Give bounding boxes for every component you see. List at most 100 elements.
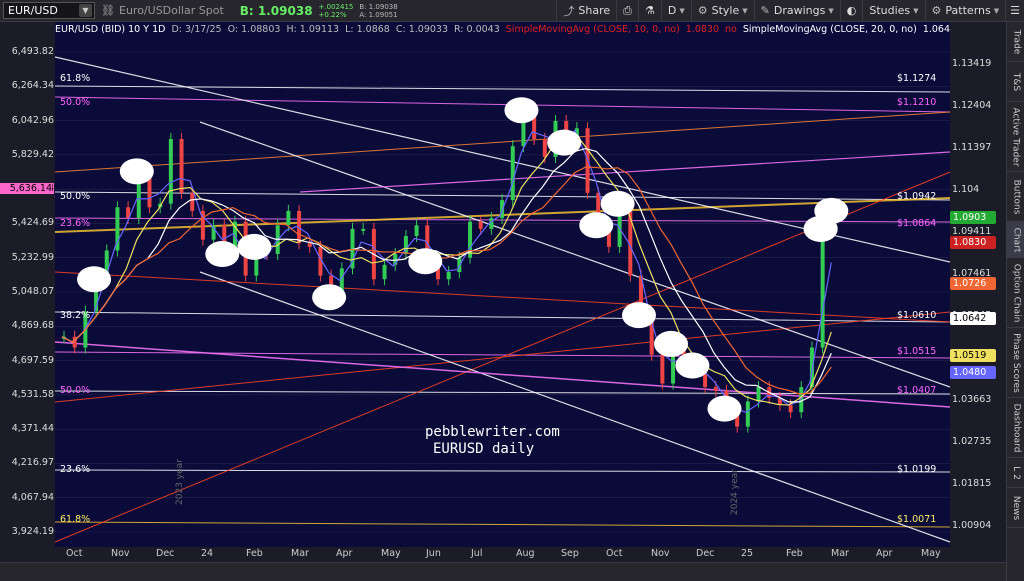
- y-tick-label: 5,048.07: [11, 286, 54, 297]
- tab-news[interactable]: News: [1007, 488, 1024, 528]
- fib-right-label: $1.1274: [897, 73, 937, 84]
- x-tick-label: Mar: [831, 548, 849, 559]
- studies-button[interactable]: Studies ▼: [862, 0, 924, 22]
- candle-body: [361, 228, 366, 231]
- x-tick-label: Oct: [66, 548, 83, 559]
- chart-area[interactable]: [0, 22, 1006, 562]
- x-tick-label: Feb: [246, 548, 263, 559]
- tab-chart[interactable]: Chart: [1007, 222, 1024, 258]
- highlight-ellipse: [119, 158, 154, 185]
- y-tick-label: 5,829.42: [11, 148, 54, 160]
- chevron-down-icon[interactable]: ▼: [79, 4, 92, 17]
- right-tick-label: 1.02735: [952, 436, 992, 447]
- sma10-value: 1.0830: [685, 23, 719, 35]
- tab-trade[interactable]: Trade: [1007, 22, 1024, 62]
- share-button[interactable]: ⤴ Share: [556, 0, 616, 22]
- fib-right-label: $1.1210: [897, 97, 937, 108]
- tab-label: T&S: [1011, 72, 1022, 91]
- right-tick-label: 1.13419: [952, 58, 992, 69]
- y-tick-label: 5,232.99: [11, 251, 54, 263]
- highlight-ellipse: [312, 284, 347, 311]
- y-tick-label: 3,924.19: [11, 526, 54, 537]
- no-label: no: [725, 23, 737, 35]
- tab-dashboard[interactable]: Dashboard: [1007, 398, 1024, 458]
- price-box: 1.0642: [950, 312, 996, 325]
- candle-body: [179, 138, 184, 193]
- y-tick-label: 4,216.97: [11, 457, 54, 469]
- x-tick-label: Aug: [516, 548, 535, 559]
- x-tick-label: Dec: [696, 548, 715, 559]
- highlight-ellipse: [77, 266, 112, 293]
- highlight-ellipse: [408, 248, 443, 275]
- flask-button[interactable]: ⚗: [637, 0, 661, 22]
- tab-option-chain[interactable]: Option Chain: [1007, 258, 1024, 328]
- tab-buttons[interactable]: Buttons: [1007, 172, 1024, 222]
- ask-small: A: 1.09051: [359, 10, 398, 19]
- fib-right-label: $1.0610: [897, 310, 937, 321]
- year-2024-label: 2024 year: [730, 469, 740, 515]
- candle-body: [307, 243, 312, 247]
- highlight-ellipse: [579, 212, 614, 239]
- fib-left-label: 23.6%: [60, 464, 91, 475]
- right-tick-label: 1.01815: [952, 478, 992, 489]
- highlight-ellipse: [504, 97, 539, 124]
- y-current-label: 5,636.14: [0, 183, 52, 194]
- print-icon: ⎙: [623, 3, 632, 17]
- candle-body: [286, 210, 291, 226]
- drawings-button[interactable]: ✎ Drawings ▼: [753, 0, 840, 22]
- fib-left-label: 61.8%: [60, 73, 91, 84]
- gear-icon: ⚙: [697, 4, 708, 17]
- x-tick-label: Oct: [606, 548, 623, 559]
- candle-body: [745, 401, 750, 427]
- x-tick-label: Dec: [156, 548, 175, 559]
- right-tick-label: 1.104: [952, 184, 980, 195]
- y-tick-label: 4,067.94: [11, 491, 54, 503]
- highlight-ellipse: [654, 330, 689, 357]
- chevron-down-icon: ▼: [679, 6, 685, 15]
- sma10-label: SimpleMovingAvg (CLOSE, 10, 0, no): [505, 23, 680, 35]
- tab-active-trader[interactable]: Active Trader: [1007, 102, 1024, 172]
- fib-left-label: 61.8%: [60, 514, 91, 525]
- y-tick-label: 4,697.59: [11, 354, 54, 366]
- chevron-down-icon: ▼: [993, 6, 1000, 15]
- symbol-input[interactable]: EUR/USD ▼: [3, 2, 95, 19]
- link-icon[interactable]: ⛓: [101, 4, 115, 18]
- y-tick-label: 6,042.96: [11, 114, 54, 126]
- change-block: +.002415 +0.22%: [319, 3, 354, 19]
- menu-button[interactable]: ☰: [1005, 0, 1024, 22]
- flask-icon: ⚗: [644, 4, 655, 17]
- y-tick-label: 4,531.58: [11, 388, 54, 400]
- x-tick-label: Sep: [561, 548, 579, 559]
- studies-toggle[interactable]: ◐: [839, 0, 863, 22]
- x-tick-label: 24: [201, 548, 214, 559]
- change-percent: +0.22%: [318, 10, 347, 19]
- tab-label: L 2: [1010, 465, 1021, 480]
- tab-phase-scores[interactable]: Phase Scores: [1007, 328, 1024, 398]
- tab-l-2[interactable]: L 2: [1007, 458, 1024, 488]
- x-tick-label: Apr: [876, 548, 893, 559]
- period-label: D: [667, 4, 677, 17]
- tab-label: Chart: [1011, 227, 1022, 252]
- candle-body: [489, 218, 494, 229]
- x-tick-label: Jul: [471, 548, 483, 559]
- style-button[interactable]: ⚙ Style ▼: [690, 0, 754, 22]
- toolbar: EUR/USD ▼ ⛓ Euro/USDollar Spot B: 1.0903…: [0, 0, 1024, 22]
- price-box: 1.0903: [950, 211, 996, 224]
- highlight-ellipse: [621, 302, 656, 329]
- candle-body: [820, 228, 825, 348]
- toggle-icon: ◐: [846, 4, 857, 17]
- highlight-ellipse: [675, 352, 710, 379]
- range-label: R: 0.0043: [454, 23, 500, 35]
- right-tab-bar: Trade T&S Active Trader Buttons Chart Option …: [1006, 22, 1024, 581]
- period-button[interactable]: D ▼: [660, 0, 691, 22]
- print-button[interactable]: ⎙: [616, 0, 638, 22]
- tab-t-s[interactable]: T&S: [1007, 62, 1024, 102]
- x-tick-label: Mar: [291, 548, 309, 559]
- y-tick-label: 4,869.68: [11, 320, 54, 332]
- highlight-ellipse: [205, 241, 240, 268]
- y-tick-label: 4,371.44: [11, 423, 54, 435]
- patterns-button[interactable]: ⚙ Patterns ▼: [924, 0, 1006, 22]
- fib-right-label: $1.0515: [897, 346, 937, 357]
- fib-right-label: $1.0199: [897, 464, 937, 475]
- x-tick-label: Jun: [426, 548, 441, 559]
